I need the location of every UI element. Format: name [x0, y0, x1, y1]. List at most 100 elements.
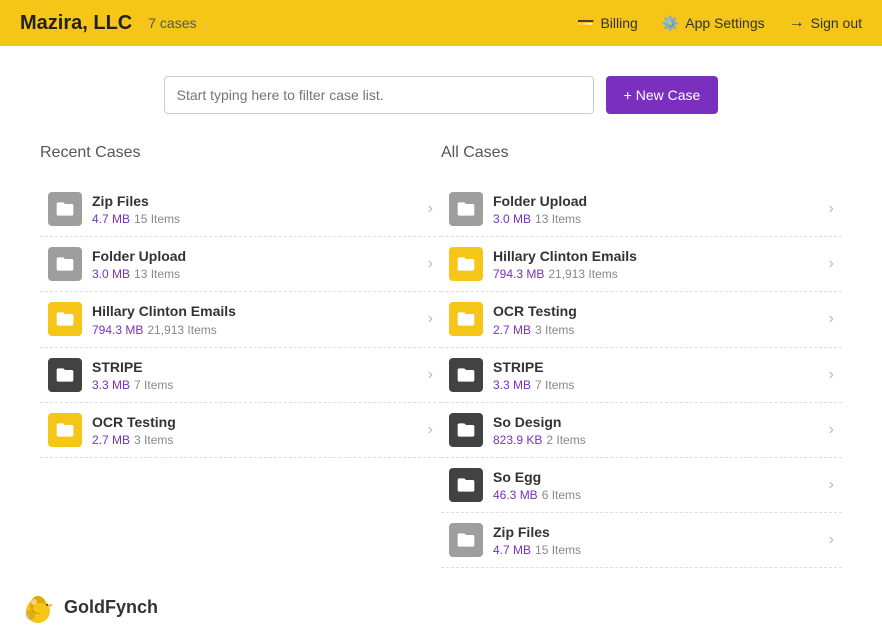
- case-info: STRIPE3.3 MB7 Items: [92, 358, 418, 392]
- case-folder-icon: [449, 523, 483, 557]
- case-folder-icon: [48, 192, 82, 226]
- case-items-count: 6 Items: [542, 488, 581, 502]
- footer-brand-name: GoldFynch: [64, 597, 158, 618]
- cases-columns: Recent Cases Zip Files4.7 MB15 Items› Fo…: [20, 144, 862, 568]
- case-folder-icon: [449, 302, 483, 336]
- chevron-right-icon: ›: [829, 476, 834, 494]
- case-info: Hillary Clinton Emails 794.3 MB 21,913 Ite…: [92, 302, 418, 336]
- new-case-button[interactable]: + New Case: [606, 76, 719, 114]
- case-size: 3.3 MB: [493, 378, 531, 392]
- sign-out-label: Sign out: [811, 15, 862, 31]
- chevron-right-icon: ›: [829, 200, 834, 218]
- case-info: So Design823.9 KB2 Items: [493, 413, 819, 447]
- case-folder-icon: [48, 358, 82, 392]
- chevron-right-icon: ›: [829, 366, 834, 384]
- search-input[interactable]: [164, 76, 594, 114]
- list-item[interactable]: Folder Upload 3.0 MB 13 Items ›: [441, 182, 842, 237]
- goldfynch-logo: [20, 589, 56, 625]
- case-meta: 4.7 MB15 Items: [92, 212, 418, 226]
- case-info: STRIPE 3.3 MB7 Items: [493, 358, 819, 392]
- chevron-right-icon: ›: [829, 310, 834, 328]
- case-name: OCR Testing: [92, 413, 418, 431]
- list-item[interactable]: So Design823.9 KB2 Items›: [441, 403, 842, 458]
- case-info: Zip Files 4.7 MB15 Items: [92, 192, 418, 226]
- app-header: Mazira, LLC 7 cases Billing App Settings…: [0, 0, 882, 46]
- all-cases-column: All Cases Folder Upload 3.0 MB 13 Items › H…: [441, 144, 842, 568]
- case-name: Folder Upload: [92, 247, 418, 265]
- case-folder-icon: [449, 247, 483, 281]
- case-items-count: 2 Items: [546, 433, 585, 447]
- case-meta: 794.3 MB21,913 Items: [493, 267, 819, 281]
- list-item[interactable]: Hillary Clinton Emails794.3 MB21,913 Ite…: [441, 237, 842, 292]
- case-meta: 794.3 MB 21,913 Items: [92, 323, 418, 337]
- footer: GoldFynch: [20, 589, 158, 625]
- case-size: 794.3 MB: [493, 267, 544, 281]
- case-items-count: 13 Items: [134, 267, 180, 281]
- sign-out-link[interactable]: Sign out: [789, 14, 862, 32]
- case-items-count: 21,913 Items: [147, 323, 216, 337]
- case-folder-icon: [449, 413, 483, 447]
- case-size: 3.0 MB: [493, 212, 531, 226]
- case-size: 794.3 MB: [92, 323, 143, 337]
- all-cases-heading: All Cases: [441, 144, 842, 168]
- case-name: STRIPE: [493, 358, 819, 376]
- case-size: 2.7 MB: [92, 433, 130, 447]
- chevron-right-icon: ›: [428, 310, 433, 328]
- list-item[interactable]: OCR Testing2.7 MB3 Items›: [40, 403, 441, 458]
- case-meta: 4.7 MB 15 Items: [493, 543, 819, 557]
- case-items-count: 15 Items: [535, 543, 581, 557]
- list-item[interactable]: Hillary Clinton Emails 794.3 MB 21,913 Ite…: [40, 292, 441, 347]
- case-items-count: 13 Items: [535, 212, 581, 226]
- list-item[interactable]: Zip Files4.7 MB15 Items›: [40, 182, 441, 237]
- case-meta: 46.3 MB 6 Items: [493, 488, 819, 502]
- case-name: Hillary Clinton Emails: [92, 302, 418, 320]
- brand-name: Mazira, LLC: [20, 12, 132, 35]
- header-right: Billing App Settings Sign out: [577, 14, 862, 32]
- list-item[interactable]: STRIPE3.3 MB7 Items›: [40, 348, 441, 403]
- settings-icon: [662, 15, 679, 32]
- main-content: + New Case Recent Cases Zip Files4.7 MB1…: [0, 46, 882, 635]
- case-info: Folder Upload 3.0 MB 13 Items: [493, 192, 819, 226]
- case-name: OCR Testing: [493, 302, 819, 320]
- case-items-count: 3 Items: [134, 433, 173, 447]
- case-items-count: 7 Items: [134, 378, 173, 392]
- case-size: 3.0 MB: [92, 267, 130, 281]
- case-size: 46.3 MB: [493, 488, 538, 502]
- list-item[interactable]: Folder Upload 3.0 MB 13 Items ›: [40, 237, 441, 292]
- chevron-right-icon: ›: [428, 255, 433, 273]
- search-bar-container: + New Case: [20, 76, 862, 114]
- recent-cases-column: Recent Cases Zip Files4.7 MB15 Items› Fo…: [40, 144, 441, 568]
- header-left: Mazira, LLC 7 cases: [20, 12, 197, 35]
- case-size: 2.7 MB: [493, 323, 531, 337]
- case-folder-icon: [48, 302, 82, 336]
- list-item[interactable]: STRIPE 3.3 MB7 Items ›: [441, 348, 842, 403]
- case-name: So Egg: [493, 468, 819, 486]
- billing-label: Billing: [600, 15, 637, 31]
- case-name: Zip Files: [493, 523, 819, 541]
- case-meta: 3.0 MB 13 Items: [493, 212, 819, 226]
- all-cases-list: Folder Upload 3.0 MB 13 Items › Hillary Cli…: [441, 182, 842, 568]
- app-settings-link[interactable]: App Settings: [662, 15, 765, 32]
- billing-link[interactable]: Billing: [577, 15, 638, 32]
- case-info: OCR Testing 2.7 MB 3 Items: [92, 413, 418, 447]
- case-count: 7 cases: [148, 15, 196, 31]
- case-folder-icon: [449, 192, 483, 226]
- case-size: 4.7 MB: [493, 543, 531, 557]
- case-folder-icon: [48, 413, 82, 447]
- case-folder-icon: [48, 247, 82, 281]
- list-item[interactable]: Zip Files4.7 MB15 Items›: [441, 513, 842, 568]
- list-item[interactable]: OCR Testing 2.7 MB3 Items ›: [441, 292, 842, 347]
- case-meta: 2.7 MB3 Items: [493, 323, 819, 337]
- case-name: STRIPE: [92, 358, 418, 376]
- case-size: 823.9 KB: [493, 433, 542, 447]
- list-item[interactable]: So Egg 46.3 MB 6 Items ›: [441, 458, 842, 513]
- case-folder-icon: [449, 468, 483, 502]
- case-info: Zip Files 4.7 MB 15 Items: [493, 523, 819, 557]
- signout-icon: [789, 14, 805, 32]
- case-name: Folder Upload: [493, 192, 819, 210]
- case-name: Zip Files: [92, 192, 418, 210]
- case-size: 4.7 MB: [92, 212, 130, 226]
- billing-icon: [577, 15, 594, 32]
- case-meta: 3.3 MB7 Items: [493, 378, 819, 392]
- case-folder-icon: [449, 358, 483, 392]
